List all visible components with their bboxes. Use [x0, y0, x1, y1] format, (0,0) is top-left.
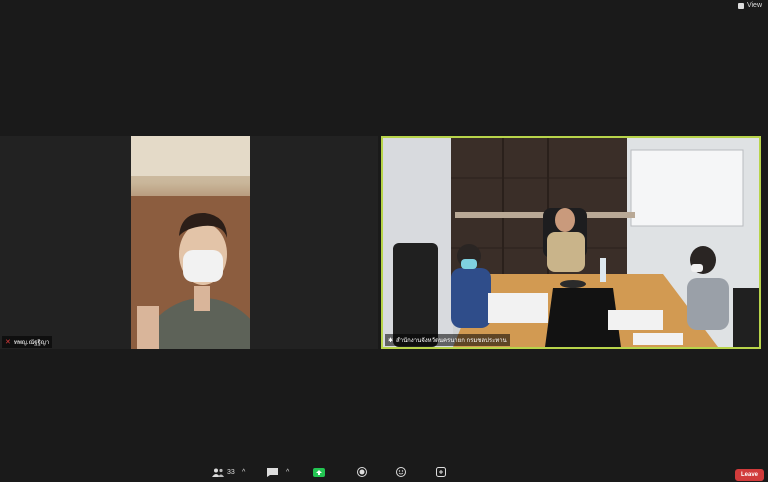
participants-button[interactable]: 33: [212, 468, 235, 477]
share-screen-button[interactable]: [313, 467, 325, 477]
reactions-icon: [396, 467, 406, 477]
participants-icon: [212, 468, 224, 477]
mic-off-icon: ✕: [5, 339, 11, 346]
leave-button[interactable]: Leave: [734, 469, 764, 481]
participants-chevron-up-icon[interactable]: ^: [242, 469, 245, 476]
participant-indicator-icon: ✱: [388, 337, 394, 344]
participants-count: 33: [227, 468, 235, 476]
participant-tile-1[interactable]: ✕ ทพญ.ณัฐฐิญา: [0, 136, 378, 349]
share-screen-icon: [313, 467, 325, 477]
reactions-button[interactable]: [396, 467, 406, 477]
participant-name-label-2: ✱ สำนักงานจังหวัดนครนายก กรมชลประทาน: [385, 334, 510, 346]
view-label: View: [746, 2, 762, 9]
apps-button[interactable]: [436, 467, 446, 477]
participant-tile-2[interactable]: ✱ สำนักงานจังหวัดนครนายก กรมชลประทาน: [381, 136, 761, 349]
chat-icon: [267, 467, 278, 477]
participant-name-label-1: ✕ ทพญ.ณัฐฐิญา: [2, 336, 53, 348]
record-icon: [357, 467, 367, 477]
chat-button[interactable]: [267, 467, 278, 477]
meeting-toolbar: 33 ^ ^ Leave: [0, 462, 768, 482]
apps-icon: [436, 467, 446, 477]
view-button[interactable]: View: [737, 2, 762, 9]
participant-video-2: [383, 138, 759, 347]
chat-chevron-up-icon[interactable]: ^: [286, 469, 289, 476]
participant-video-1: [131, 136, 269, 349]
record-button[interactable]: [357, 467, 367, 477]
meeting-room-image: [383, 138, 759, 347]
view-icon: [737, 2, 744, 9]
person-video-image: [131, 136, 269, 349]
